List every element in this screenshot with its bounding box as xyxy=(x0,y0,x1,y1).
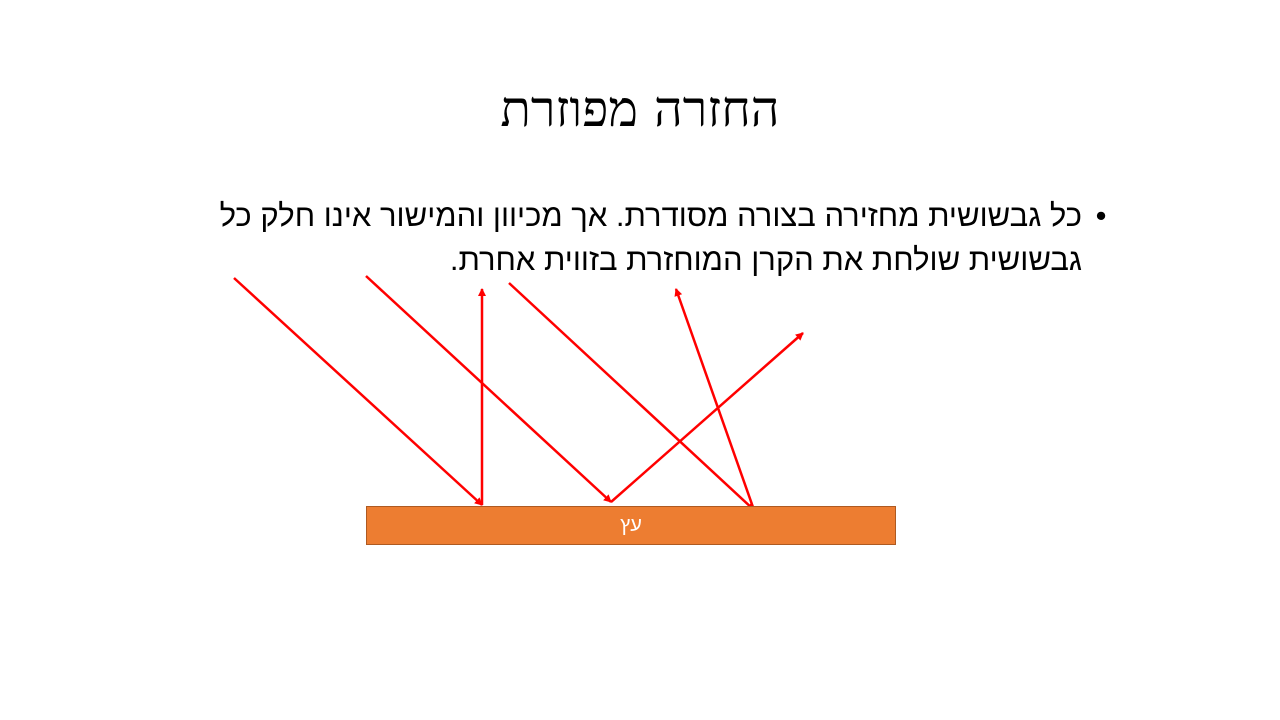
incident-ray-3 xyxy=(508,282,755,511)
wood-surface: עץ xyxy=(366,506,896,545)
slide: החזרה מפוזרת • כל גבשושית מחזירה בצורה מ… xyxy=(0,0,1280,720)
incident-ray-2 xyxy=(365,275,612,503)
incident-ray-1 xyxy=(233,277,483,506)
wood-surface-label: עץ xyxy=(620,514,642,536)
reflected-ray-3 xyxy=(674,288,756,511)
reflected-ray-2 xyxy=(610,332,804,503)
reflection-rays-diagram xyxy=(233,275,804,511)
